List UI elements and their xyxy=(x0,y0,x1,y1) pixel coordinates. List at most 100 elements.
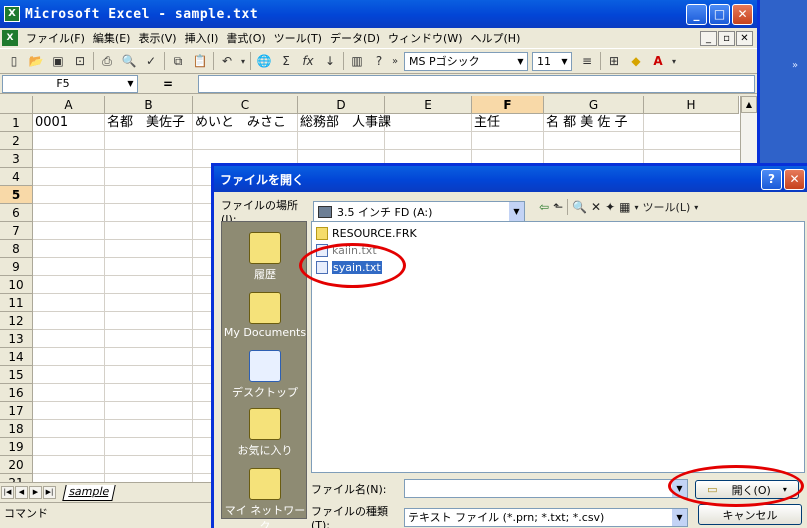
print-icon[interactable]: ⎙ xyxy=(96,50,118,72)
chevron-down-icon[interactable]: ▼ xyxy=(514,52,527,70)
column-header[interactable]: C xyxy=(193,96,298,114)
back-icon[interactable]: ⇦ xyxy=(539,200,549,214)
row-header[interactable]: 14 xyxy=(0,348,33,366)
column-header[interactable]: B xyxy=(105,96,193,114)
cell-B1[interactable]: 名都 美佐子 xyxy=(105,114,185,132)
workbook-icon[interactable]: X xyxy=(2,30,18,46)
row-header[interactable]: 17 xyxy=(0,402,33,420)
column-header[interactable]: E xyxy=(385,96,472,114)
row-header[interactable]: 13 xyxy=(0,330,33,348)
file-type-select[interactable]: テキスト ファイル (*.prn; *.txt; *.csv) ▼ xyxy=(404,508,688,527)
dialog-help-button[interactable]: ? xyxy=(761,168,782,190)
print-preview-icon[interactable]: 🔍 xyxy=(118,50,140,72)
spelling-icon[interactable]: ✓ xyxy=(140,50,162,72)
file-name-input[interactable]: ▼ xyxy=(404,479,688,498)
doc-close-button[interactable]: ✕ xyxy=(736,30,753,46)
save-icon[interactable]: ▣ xyxy=(47,50,69,72)
menu-file[interactable]: ファイル(F) xyxy=(22,30,89,46)
row-header[interactable]: 16 xyxy=(0,384,33,402)
open-icon[interactable]: 📂 xyxy=(25,50,47,72)
cancel-button[interactable]: キャンセル xyxy=(698,504,802,525)
open-button[interactable]: ▭ 開く(O) ▾ xyxy=(695,480,799,499)
scroll-up-icon[interactable]: ▲ xyxy=(741,96,757,113)
menu-edit[interactable]: 編集(E) xyxy=(89,30,135,46)
last-sheet-icon[interactable]: ▶| xyxy=(43,486,56,499)
chevron-down-icon[interactable]: ▼ xyxy=(672,509,687,526)
prev-sheet-icon[interactable]: ◀ xyxy=(15,486,28,499)
row-header[interactable]: 8 xyxy=(0,240,33,258)
dialog-close-button[interactable]: ✕ xyxy=(784,168,805,190)
minimize-button[interactable]: _ xyxy=(686,3,707,25)
place-history[interactable]: 履歴 xyxy=(222,232,308,282)
sheet-tab-sample[interactable]: sample xyxy=(62,484,116,501)
cell-A1[interactable]: 0001 xyxy=(33,114,68,132)
file-list[interactable]: RESOURCE.FRK kaiin.txt syain.txt xyxy=(311,221,805,473)
close-button[interactable]: ✕ xyxy=(732,3,753,25)
chevron-down-icon[interactable]: ▼ xyxy=(558,52,571,70)
sort-ascending-icon[interactable]: ↓ xyxy=(319,50,341,72)
file-item[interactable]: RESOURCE.FRK xyxy=(316,225,417,241)
name-box[interactable]: F5 ▼ xyxy=(2,74,138,93)
views-dropdown-icon[interactable]: ▾ xyxy=(635,203,639,212)
row-header[interactable]: 19 xyxy=(0,438,33,456)
place-desktop[interactable]: デスクトップ xyxy=(222,350,308,400)
row-header[interactable]: 21 xyxy=(0,474,33,482)
file-item-selected[interactable]: syain.txt xyxy=(316,259,382,275)
row-header[interactable]: 9 xyxy=(0,258,33,276)
paste-icon[interactable]: 📋 xyxy=(189,50,211,72)
borders-icon[interactable]: ⊞ xyxy=(603,50,625,72)
menu-insert[interactable]: 挿入(I) xyxy=(181,30,223,46)
column-header[interactable]: H xyxy=(644,96,739,114)
views-icon[interactable]: ▦ xyxy=(619,200,630,214)
place-my-network[interactable]: マイ ネットワーク xyxy=(222,468,308,528)
file-item[interactable]: kaiin.txt xyxy=(316,242,377,258)
delete-icon[interactable]: ✕ xyxy=(591,200,601,214)
formula-equals[interactable]: = xyxy=(138,77,198,91)
copy-icon[interactable]: ⧉ xyxy=(167,50,189,72)
row-header[interactable]: 4 xyxy=(0,168,33,186)
font-size-select[interactable]: 11 ▼ xyxy=(532,51,572,71)
menu-format[interactable]: 書式(O) xyxy=(222,30,269,46)
fill-color-icon[interactable]: ◆ xyxy=(625,50,647,72)
font-name-select[interactable]: MS Pゴシック ▼ xyxy=(404,51,528,71)
tools-menu[interactable]: ツール(L) xyxy=(643,199,691,215)
column-header-selected[interactable]: F xyxy=(472,96,544,114)
doc-restore-button[interactable]: ▫ xyxy=(718,30,735,46)
column-header[interactable]: G xyxy=(544,96,644,114)
search-web-icon[interactable]: 🔍 xyxy=(572,200,587,214)
function-icon[interactable]: fx xyxy=(297,50,319,72)
help-icon[interactable]: ? xyxy=(368,50,390,72)
maximize-button[interactable]: □ xyxy=(709,3,730,25)
open-dropdown-icon[interactable]: ▾ xyxy=(783,485,787,494)
column-header[interactable]: D xyxy=(298,96,385,114)
hyperlink-icon[interactable]: 🌐 xyxy=(253,50,275,72)
doc-minimize-button[interactable]: _ xyxy=(700,30,717,46)
row-header[interactable]: 1 xyxy=(0,114,33,132)
chevron-down-icon[interactable]: ▼ xyxy=(509,202,524,221)
font-color-icon[interactable]: A xyxy=(647,50,669,72)
chevron-down-icon[interactable]: ▼ xyxy=(672,480,687,497)
select-all-corner[interactable] xyxy=(0,96,33,114)
align-icon[interactable]: ≡ xyxy=(576,50,598,72)
row-header[interactable]: 12 xyxy=(0,312,33,330)
menu-help[interactable]: ヘルプ(H) xyxy=(467,30,525,46)
row-header[interactable]: 15 xyxy=(0,366,33,384)
toolbar-overflow-icon[interactable]: » xyxy=(390,50,400,72)
tools-dropdown-icon[interactable]: ▾ xyxy=(694,203,698,212)
place-my-documents[interactable]: My Documents xyxy=(222,292,308,339)
new-icon[interactable]: ▯ xyxy=(3,50,25,72)
row-header[interactable]: 18 xyxy=(0,420,33,438)
first-sheet-icon[interactable]: |◀ xyxy=(1,486,14,499)
permission-icon[interactable]: ⊡ xyxy=(69,50,91,72)
autosum-icon[interactable]: Σ xyxy=(275,50,297,72)
menu-data[interactable]: データ(D) xyxy=(326,30,384,46)
row-header[interactable]: 6 xyxy=(0,204,33,222)
row-header-selected[interactable]: 5 xyxy=(0,186,33,204)
new-folder-icon[interactable]: ✦ xyxy=(605,200,615,214)
up-folder-icon[interactable]: ⬑ xyxy=(553,200,563,214)
row-header[interactable]: 3 xyxy=(0,150,33,168)
row-header[interactable]: 10 xyxy=(0,276,33,294)
menu-view[interactable]: 表示(V) xyxy=(134,30,180,46)
place-favorites[interactable]: お気に入り xyxy=(222,408,308,458)
chevron-down-icon[interactable]: ▼ xyxy=(124,75,137,92)
